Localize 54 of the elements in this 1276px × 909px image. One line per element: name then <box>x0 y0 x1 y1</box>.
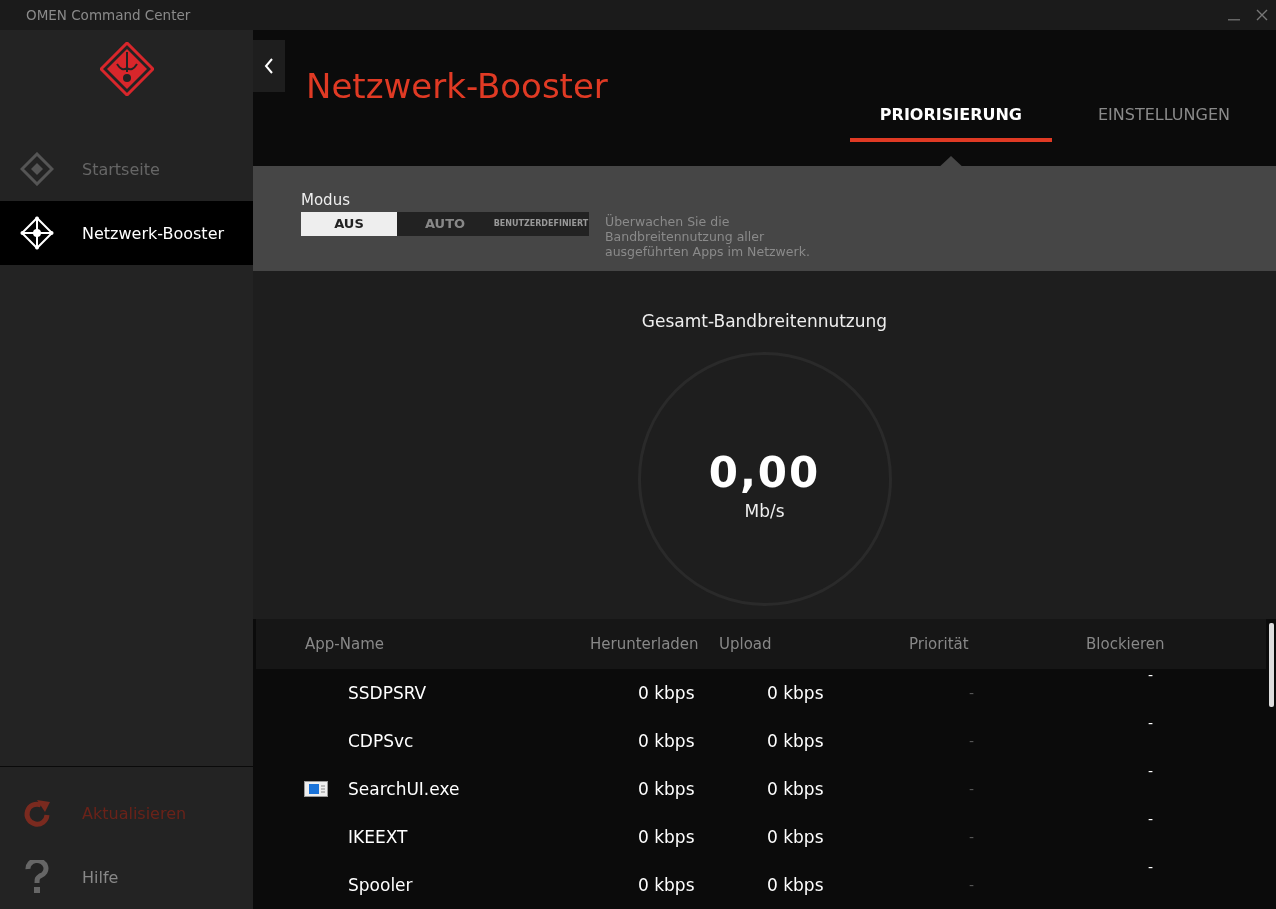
column-header: Blockieren <box>1086 635 1165 653</box>
table-cell-text: CDPSvc <box>348 731 415 751</box>
table-cell-text: - <box>1147 667 1154 683</box>
tab[interactable]: EINSTELLUNGEN <box>1067 104 1260 142</box>
gauge-title: Gesamt-Bandbreitennutzung <box>641 311 888 332</box>
bandwidth-value: 0,00 <box>708 448 821 497</box>
scrollbar-thumb[interactable] <box>1269 623 1274 707</box>
table-cell-text: 0 kbps <box>638 827 696 847</box>
table-cell-text: 0 kbps <box>767 731 825 751</box>
chevron-left-icon <box>264 57 274 75</box>
table-cell-text: SearchUI.exe <box>348 779 461 799</box>
app-window-icon <box>304 781 328 797</box>
tab[interactable]: PRIORISIERUNG <box>849 104 1052 142</box>
table-cell-text: - <box>1147 859 1154 875</box>
table-cell-text: IKEEXT <box>348 827 409 847</box>
column-header: Upload <box>719 635 773 653</box>
table-cell-text: Spooler <box>348 875 414 895</box>
table-cell-text: 0 kbps <box>638 731 696 751</box>
column-header: Priorität <box>909 635 970 653</box>
table-cell-text: 0 kbps <box>638 779 696 799</box>
mode-description: Überwachen Sie die Bandbreitennutzung aller ausgeführten Apps im Netzwerk. <box>605 213 811 259</box>
page-title: Netzwerk-Booster <box>306 66 608 106</box>
window-title: OMEN Command Center <box>26 7 192 23</box>
table-cell-text: SSDPSRV <box>348 683 428 703</box>
mode-option[interactable]: AUS <box>301 211 397 236</box>
table-cell-text: 0 kbps <box>767 683 825 703</box>
table-cell-text: - <box>1147 715 1154 731</box>
sidebar-item[interactable]: Netzwerk-Booster <box>0 201 253 265</box>
table-cell-text: - <box>968 685 976 701</box>
diamond-icon <box>20 152 54 186</box>
sidebar-item-label: Aktualisieren <box>82 803 187 823</box>
sidebar-item-label: Hilfe <box>82 867 119 887</box>
table-cell-text: 0 kbps <box>767 875 825 895</box>
close-icon[interactable] <box>1256 9 1268 21</box>
table-cell-text: 0 kbps <box>638 875 696 895</box>
sidebar-item-label: Netzwerk-Booster <box>82 223 225 243</box>
table-cell-text: - <box>968 781 976 797</box>
table-cell-text: 0 kbps <box>767 779 825 799</box>
network-node-icon <box>20 216 54 250</box>
table-cell-text: - <box>1147 811 1154 827</box>
table-cell-text: 0 kbps <box>638 683 696 703</box>
sidebar-item[interactable]: Hilfe <box>0 845 253 909</box>
mode-label: Modus <box>301 190 351 209</box>
column-header: App-Name <box>304 635 385 653</box>
table-cell-text: - <box>968 733 976 749</box>
table-cell-text: - <box>1147 763 1154 779</box>
back-button[interactable] <box>253 40 285 92</box>
table-cell-text: - <box>968 829 976 845</box>
sidebar-item-label: Startseite <box>82 159 160 179</box>
logo-icon <box>99 42 154 96</box>
bandwidth-unit: Mb/s <box>744 501 785 521</box>
table-cell-text: 0 kbps <box>767 827 825 847</box>
column-header: Herunterladen <box>590 635 700 653</box>
table-cell-text: - <box>968 877 976 893</box>
